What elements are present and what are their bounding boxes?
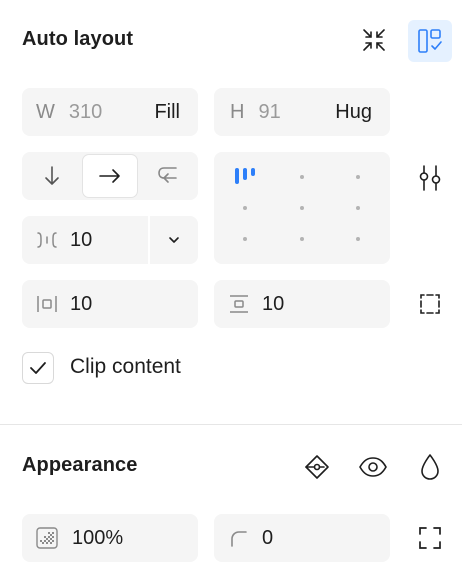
width-value[interactable]: 310 — [69, 101, 102, 124]
horizontal-padding-field[interactable]: 10 — [22, 280, 198, 328]
align-middle-center[interactable] — [300, 206, 304, 210]
align-bottom-left[interactable] — [243, 237, 247, 241]
visibility-toggle-button[interactable] — [354, 448, 392, 486]
gap-field[interactable]: 10 — [22, 216, 198, 264]
appearance-title: Appearance — [22, 454, 138, 476]
alignment-grid[interactable] — [214, 152, 390, 264]
align-bottom-center[interactable] — [300, 237, 304, 241]
style-diamond-icon — [305, 455, 329, 479]
gap-dropdown-button[interactable] — [150, 216, 198, 264]
height-value[interactable]: 91 — [258, 101, 280, 124]
checkmark-icon — [30, 362, 46, 374]
width-label: W — [36, 100, 55, 123]
horizontal-padding-value[interactable]: 10 — [70, 293, 92, 316]
corner-radius-field[interactable]: 0 — [214, 514, 390, 562]
vertical-padding-icon — [230, 295, 248, 313]
opacity-value[interactable]: 100% — [72, 527, 123, 550]
auto-layout-title: Auto layout — [22, 28, 134, 50]
align-bottom-right[interactable] — [356, 237, 360, 241]
clip-content-label: Clip content — [70, 355, 181, 378]
vertical-padding-field[interactable]: 10 — [214, 280, 390, 328]
section-divider — [0, 424, 462, 425]
style-button[interactable] — [298, 448, 336, 486]
collapse-arrows-icon — [363, 29, 385, 51]
direction-wrap-button[interactable] — [140, 154, 196, 198]
corner-radius-icon — [231, 531, 247, 547]
auto-layout-toggle-button[interactable] — [408, 20, 452, 62]
opacity-field[interactable]: 100% — [22, 514, 198, 562]
auto-layout-icon — [418, 29, 442, 53]
align-top-left-indicator[interactable] — [234, 166, 258, 188]
direction-horizontal-button[interactable] — [82, 154, 138, 198]
gap-horizontal-icon — [37, 232, 57, 248]
corner-radius-value[interactable]: 0 — [262, 527, 273, 550]
arrow-down-icon — [45, 166, 59, 185]
independent-padding-button[interactable] — [412, 286, 448, 322]
arrow-right-icon — [99, 169, 120, 183]
sliders-icon — [419, 165, 441, 191]
wrap-arrow-icon — [158, 167, 177, 183]
blend-mode-button[interactable] — [412, 448, 448, 486]
gap-value[interactable]: 10 — [70, 229, 92, 252]
expand-corners-icon — [419, 527, 441, 549]
align-top-right[interactable] — [356, 175, 360, 179]
clip-content-checkbox[interactable] — [22, 352, 54, 384]
layout-settings-button[interactable] — [410, 158, 450, 198]
drop-icon — [421, 454, 439, 480]
chevron-down-icon — [169, 237, 179, 243]
align-middle-left[interactable] — [243, 206, 247, 210]
horizontal-padding-icon — [37, 296, 57, 312]
height-label: H — [230, 100, 245, 123]
align-top-center[interactable] — [300, 175, 304, 179]
padding-corners-icon — [420, 294, 440, 314]
direction-segmented-control — [22, 152, 198, 200]
eye-icon — [359, 457, 387, 477]
independent-corners-button[interactable] — [412, 520, 448, 556]
height-field[interactable]: H 91 Hug — [214, 88, 390, 136]
align-middle-right[interactable] — [356, 206, 360, 210]
width-field[interactable]: W 310 Fill — [22, 88, 198, 136]
opacity-icon — [36, 527, 58, 549]
height-mode-dropdown[interactable]: Hug — [335, 101, 372, 124]
vertical-padding-value[interactable]: 10 — [262, 293, 284, 316]
width-mode-dropdown[interactable]: Fill — [154, 101, 180, 124]
remove-auto-layout-button[interactable] — [354, 20, 394, 60]
direction-vertical-button[interactable] — [24, 154, 80, 198]
